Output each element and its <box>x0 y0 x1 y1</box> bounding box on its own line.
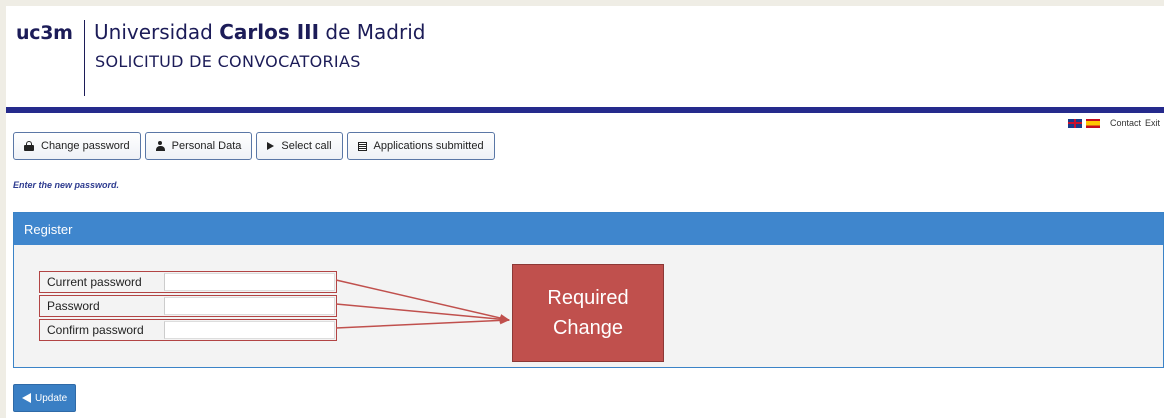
update-label: Update <box>35 392 68 404</box>
callout-line-1: Required <box>547 287 629 309</box>
page: uc3m Universidad Carlos III de Madrid SO… <box>6 6 1164 418</box>
update-button[interactable]: Update <box>13 384 77 412</box>
arrow-line <box>335 316 510 329</box>
arrow-line <box>335 279 510 322</box>
callout-line-2: Change <box>552 317 624 339</box>
required-change-callout: Required Change <box>512 264 664 362</box>
send-icon <box>22 393 31 403</box>
arrow-line <box>335 303 510 324</box>
